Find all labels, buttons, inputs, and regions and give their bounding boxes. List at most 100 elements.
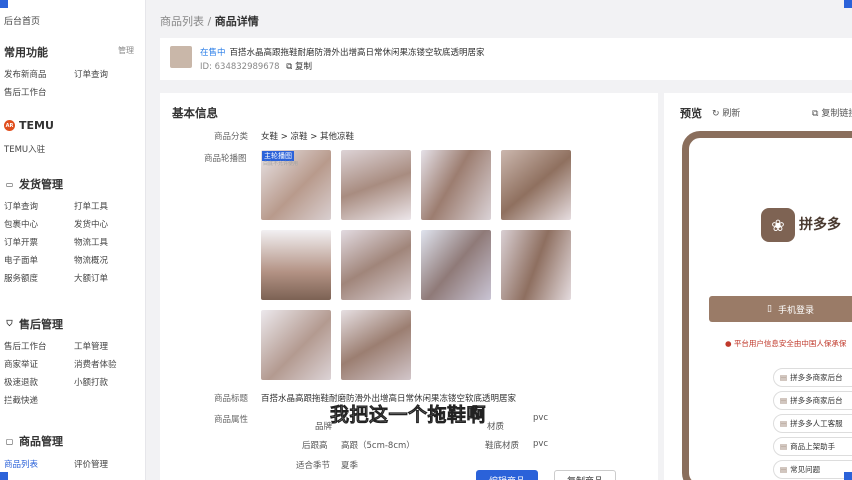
breadcrumb-sep: / [207,15,212,28]
id-label: ID: [200,62,212,72]
sidebar-item[interactable]: 订单开票 [4,236,74,248]
preview-panel: 预览 ↻ 刷新 ⧉ 复制链接 ❀ 拼多多 ▯ 手机登录 ● 平台用户信息安全由中… [664,93,852,480]
preview-shortcut-list: ▤ 拼多多商家后台 ▤ 拼多多商家后台 ▤ 拼多多人工客服 ▤ 商品上架助手 ▤ 常见问题 [773,368,852,479]
breadcrumb-parent[interactable]: 商品列表 [160,15,204,28]
refresh-icon: ↻ [712,109,720,119]
sidebar-section-aftersale: ⛉ 售后管理 [4,316,64,332]
attr-name: 鞋底材质 [485,441,520,451]
carousel-image[interactable] [421,230,491,300]
shortcut-label: 拼多多商家后台 [790,373,843,382]
carousel-image[interactable] [341,310,411,380]
sidebar-item-publish[interactable]: 发布新商品 [4,68,74,80]
sidebar-section-common: 常用功能 [4,44,48,60]
attr-value: pvc [533,413,549,423]
phone-preview: ❀ 拼多多 ▯ 手机登录 ● 平台用户信息安全由中国人保承保 ▤ 拼多多商家后台 … [682,131,852,480]
sidebar-item[interactable]: 工单管理 [74,340,134,352]
sidebar-item[interactable]: 售后工作台 [4,340,74,352]
sidebar-item[interactable]: 极速退款 [4,376,74,388]
frame-corner [844,472,852,480]
attr-value: 高跟（5cm-8cm） [341,441,415,451]
pinduoduo-logo-icon: ❀ [761,208,795,242]
frame-corner [844,0,852,8]
attr-label: 商品属性 [214,415,249,425]
phone-login-button[interactable]: ▯ 手机登录 [709,296,852,322]
carousel-image[interactable] [261,310,331,380]
shortcut-label: 拼多多人工客服 [790,419,843,428]
shortcut-label: 常见问题 [790,465,821,474]
truck-icon: ▭ [5,179,14,189]
attr-value: 夏季 [341,461,359,471]
frame-corner [0,472,8,480]
breadcrumb-current: 商品详情 [214,15,259,28]
doc-icon: ▤ [780,465,788,474]
sidebar-temu-items: TEMU入驻 [4,143,134,155]
copy-id-button[interactable]: ⧉ 复制 [286,62,312,72]
title-label: 商品标题 [214,394,249,404]
carousel-image[interactable] [421,150,491,220]
manage-link[interactable]: 管理 [118,45,134,56]
sidebar-item[interactable]: 商家举证 [4,358,74,370]
copy-link-button[interactable]: ⧉ 复制链接 [812,106,852,119]
sidebar-item[interactable]: 包裹中心 [4,218,74,230]
carousel-image[interactable] [341,150,411,220]
sidebar-item[interactable]: 订单查询 [4,200,74,212]
sidebar-item-temu-join[interactable]: TEMU入驻 [4,143,74,155]
sidebar-item[interactable]: 拦截快递 [4,394,74,406]
product-title: 百搭水晶高跟拖鞋耐磨防滑外出增高日常休闲果冻镂空软底透明居家 [229,48,485,58]
section-title: 常用功能 [4,46,48,59]
doc-icon: ▤ [780,419,788,428]
status-badge: 在售中 [200,48,226,58]
phone-icon: ▯ [767,304,772,314]
sidebar-item[interactable]: 服务额度 [4,272,74,284]
shield-icon: ⛉ [6,319,13,328]
sidebar-item[interactable]: 发货中心 [74,218,134,230]
copy-product-button[interactable]: 复制商品 [554,470,616,480]
attr-name: 材质 [487,422,505,432]
copy-link-label: 复制链接 [821,109,852,119]
sidebar-aftersale-items: 售后工作台 工单管理 商家举证 消费者体验 极速退款 小额打款 拦截快递 [4,340,134,406]
shortcut-item[interactable]: ▤ 常见问题 [773,460,852,479]
sidebar: 后台首页 常用功能 管理 发布新商品 订单查询 售后工作台 AR TEMU TE… [0,0,146,480]
sidebar-item-order-query[interactable]: 订单查询 [74,68,134,80]
sidebar-item[interactable]: 物流工具 [74,236,134,248]
sidebar-shipping-items: 订单查询 打单工具 包裹中心 发货中心 订单开票 物流工具 电子面单 物流概况 … [4,200,134,284]
brand-name: 拼多多 [799,217,841,233]
edit-product-button[interactable]: 编辑商品 [476,470,538,480]
carousel-gallery: 主轮播图 白底不允许使用 [261,150,571,380]
sidebar-section-goods: ▢ 商品管理 [4,433,63,449]
carousel-image[interactable] [501,230,571,300]
carousel-image[interactable] [341,230,411,300]
sidebar-home[interactable]: 后台首页 [4,14,40,27]
shortcut-label: 商品上架助手 [790,442,836,451]
carousel-image[interactable] [501,150,571,220]
carousel-image[interactable]: 主轮播图 白底不允许使用 [261,150,331,220]
security-note: ● 平台用户信息安全由中国人保承保 [725,338,846,349]
preview-title: 预览 [680,107,702,120]
product-header: 在售中 百搭水晶高跟拖鞋耐磨防滑外出增高日常休闲果冻镂空软底透明居家 ID: 63… [160,38,852,80]
shortcut-item[interactable]: ▤ 拼多多商家后台 [773,391,852,410]
category-label: 商品分类 [214,132,249,142]
section-title: 售后管理 [19,318,63,331]
sidebar-item[interactable]: 消费者体验 [74,358,134,370]
section-heading: 基本信息 [172,106,218,120]
sidebar-item[interactable]: 电子面单 [4,254,74,266]
sidebar-item-reviews[interactable]: 评价管理 [74,458,134,470]
sidebar-item-aftersale-desk[interactable]: 售后工作台 [4,86,74,98]
sidebar-item[interactable]: 物流概况 [74,254,134,266]
section-title: 商品管理 [19,435,63,448]
sidebar-section-temu: AR TEMU [4,119,54,132]
shortcut-item[interactable]: ▤ 拼多多商家后台 [773,368,852,387]
shortcut-item[interactable]: ▤ 商品上架助手 [773,437,852,456]
attr-name: 后跟高 [302,441,328,451]
shortcut-item[interactable]: ▤ 拼多多人工客服 [773,414,852,433]
copy-label: 复制 [295,62,313,72]
sidebar-item[interactable]: 打单工具 [74,200,134,212]
sidebar-common-items: 发布新商品 订单查询 售后工作台 [4,68,134,98]
sidebar-item[interactable]: 大额订单 [74,272,134,284]
refresh-button[interactable]: ↻ 刷新 [712,106,740,119]
carousel-image[interactable] [261,230,331,300]
shield-icon: ● [725,339,732,348]
sidebar-item[interactable]: 小额打款 [74,376,134,388]
temu-icon: AR [4,120,15,131]
sidebar-item-goods-list[interactable]: 商品列表 [4,458,74,470]
